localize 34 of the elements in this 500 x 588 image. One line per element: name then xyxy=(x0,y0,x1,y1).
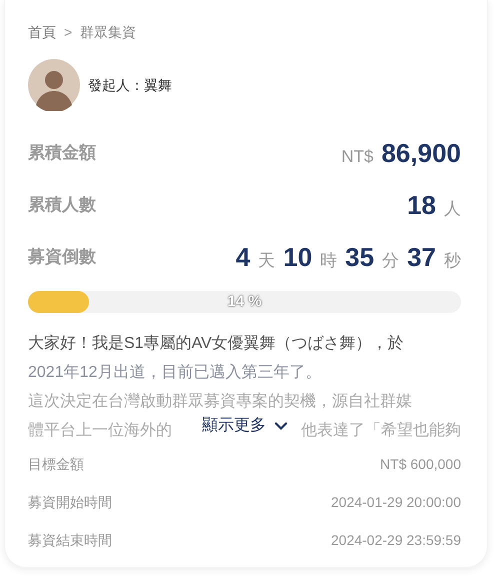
detail-value: NT$ 600,000 xyxy=(380,454,461,474)
stat-value: 18 xyxy=(407,192,436,218)
unit-label: NT$ xyxy=(341,148,374,165)
detail-value: 2024-02-29 23:59:59 xyxy=(331,530,461,550)
initiator-label: 發起人：翼舞 xyxy=(88,76,172,94)
unit-label: 人 xyxy=(444,200,461,217)
detail-value: 2024-01-29 20:00:00 xyxy=(331,492,461,512)
unit-label: 天 xyxy=(258,252,276,269)
chevron-icon xyxy=(274,422,287,430)
description-text: 他表達了「希望也能夠 xyxy=(301,420,461,441)
breadcrumb-link[interactable]: 首頁 xyxy=(28,22,56,43)
breadcrumb-current: 群眾集資 xyxy=(80,23,136,42)
unit-label: 秒 xyxy=(444,252,461,269)
breadcrumb-separator: > xyxy=(64,23,72,42)
stat-value: 10 xyxy=(283,244,312,270)
detail-label: 募資開始時間 xyxy=(28,492,112,512)
unit-label: 時 xyxy=(320,252,338,269)
stat-value: 86,900 xyxy=(381,140,461,166)
detail-label: 募資結束時間 xyxy=(28,530,112,550)
description-text: 這次決定在台灣啟動群眾募資專案的契機，源自社群媒 xyxy=(28,393,412,410)
detail-label: 目標金額 xyxy=(28,454,84,474)
description-text: 大家好！我是S1專屬的AV女優翼舞（つばさ舞），於 xyxy=(28,335,404,352)
show-more-button[interactable]: 顯示更多 xyxy=(198,414,291,438)
avatar xyxy=(28,59,80,111)
stat-value: 4 xyxy=(236,244,250,270)
stat-label: 累積人數 xyxy=(28,194,96,216)
unit-label: 分 xyxy=(382,252,400,269)
stat-label: 累積金額 xyxy=(28,142,96,164)
stat-value: 35 xyxy=(345,244,374,270)
stat-value: 37 xyxy=(407,244,436,270)
description-text: 2021年12月出道，目前已邁入第三年了。 xyxy=(28,364,322,381)
stat-label: 募資倒數 xyxy=(28,246,96,268)
description-text: 體平台上一位海外的 xyxy=(28,420,172,441)
progress-label: 14 % xyxy=(227,292,262,312)
